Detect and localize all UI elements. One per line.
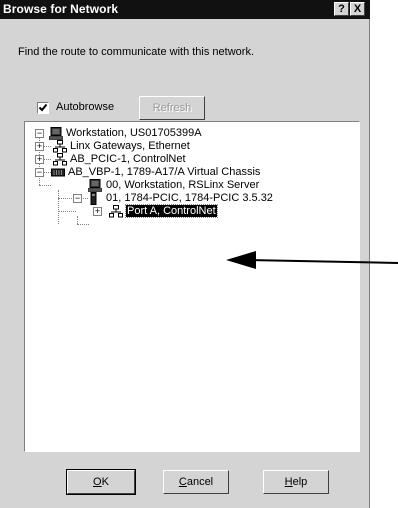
help-label: elp bbox=[292, 476, 308, 488]
help-title-button[interactable]: ? bbox=[334, 2, 349, 16]
tree-item-label: Workstation, US01705399A bbox=[66, 127, 202, 139]
chassis-icon bbox=[51, 168, 65, 177]
autobrowse-checkbox[interactable] bbox=[37, 102, 49, 114]
tree-item-workstation[interactable]: − Workstation, US01705399A bbox=[25, 127, 355, 140]
instruction-text: Find the route to communicate with this … bbox=[18, 46, 254, 58]
tree-item-label: 01, 1784-PCIC, 1784-PCIC 3.5.32 bbox=[106, 192, 273, 204]
cancel-label: ancel bbox=[186, 476, 214, 488]
expand-toggle[interactable]: + bbox=[93, 207, 102, 216]
title-bar[interactable]: Browse for Network ? X bbox=[0, 0, 370, 19]
help-mnemonic: H bbox=[284, 476, 293, 488]
tree-item-rslinx-server[interactable]: 00, Workstation, RSLinx Server bbox=[25, 179, 355, 192]
expand-toggle[interactable]: + bbox=[35, 142, 44, 151]
checkmark-icon bbox=[38, 103, 48, 112]
tree-item-virtual-chassis[interactable]: − AB_VBP-1, 1789-A17/A Virtual Chassis bbox=[25, 166, 355, 179]
expand-toggle[interactable]: + bbox=[35, 155, 44, 164]
ok-button[interactable]: OK bbox=[66, 469, 136, 495]
ok-label: K bbox=[101, 476, 109, 488]
module-icon bbox=[90, 192, 97, 205]
network-icon bbox=[109, 205, 123, 218]
collapse-toggle[interactable]: − bbox=[73, 194, 82, 203]
collapse-toggle[interactable]: − bbox=[35, 129, 44, 138]
collapse-toggle[interactable]: − bbox=[35, 168, 44, 177]
close-button[interactable]: X bbox=[350, 2, 365, 16]
window-title: Browse for Network bbox=[3, 2, 119, 16]
tree-item-label: 00, Workstation, RSLinx Server bbox=[106, 179, 260, 191]
network-icon bbox=[53, 153, 67, 166]
help-button[interactable]: Help bbox=[263, 470, 329, 494]
tree-item-port-a[interactable]: + Port A, ControlNet bbox=[25, 204, 355, 218]
network-icon bbox=[53, 140, 67, 153]
tree-item-label: AB_VBP-1, 1789-A17/A Virtual Chassis bbox=[68, 166, 261, 178]
tree-item-1784-pcic[interactable]: − 01, 1784-PCIC, 1784-PCIC 3.5.32 bbox=[25, 192, 355, 205]
autobrowse-label[interactable]: Autobrowse bbox=[56, 101, 114, 113]
cancel-mnemonic: C bbox=[178, 476, 187, 488]
tree-item-label-selected: Port A, ControlNet bbox=[125, 204, 218, 218]
workstation-icon bbox=[49, 127, 63, 140]
tree-item-ab-pcic[interactable]: + AB_PCIC-1, ControlNet bbox=[25, 153, 355, 166]
browse-for-network-dialog: Browse for Network ? X Find the route to… bbox=[0, 0, 370, 508]
network-tree[interactable]: − Workstation, US01705399A + Linx Gatewa… bbox=[24, 121, 360, 452]
workstation-icon bbox=[88, 179, 102, 192]
tree-item-label: Linx Gateways, Ethernet bbox=[70, 140, 190, 152]
cancel-button[interactable]: Cancel bbox=[163, 470, 229, 494]
ok-mnemonic: O bbox=[93, 476, 102, 488]
tree-item-label: AB_PCIC-1, ControlNet bbox=[70, 153, 186, 165]
tree-item-linx-gateways[interactable]: + Linx Gateways, Ethernet bbox=[25, 140, 355, 153]
refresh-button[interactable]: Refresh bbox=[139, 96, 205, 120]
